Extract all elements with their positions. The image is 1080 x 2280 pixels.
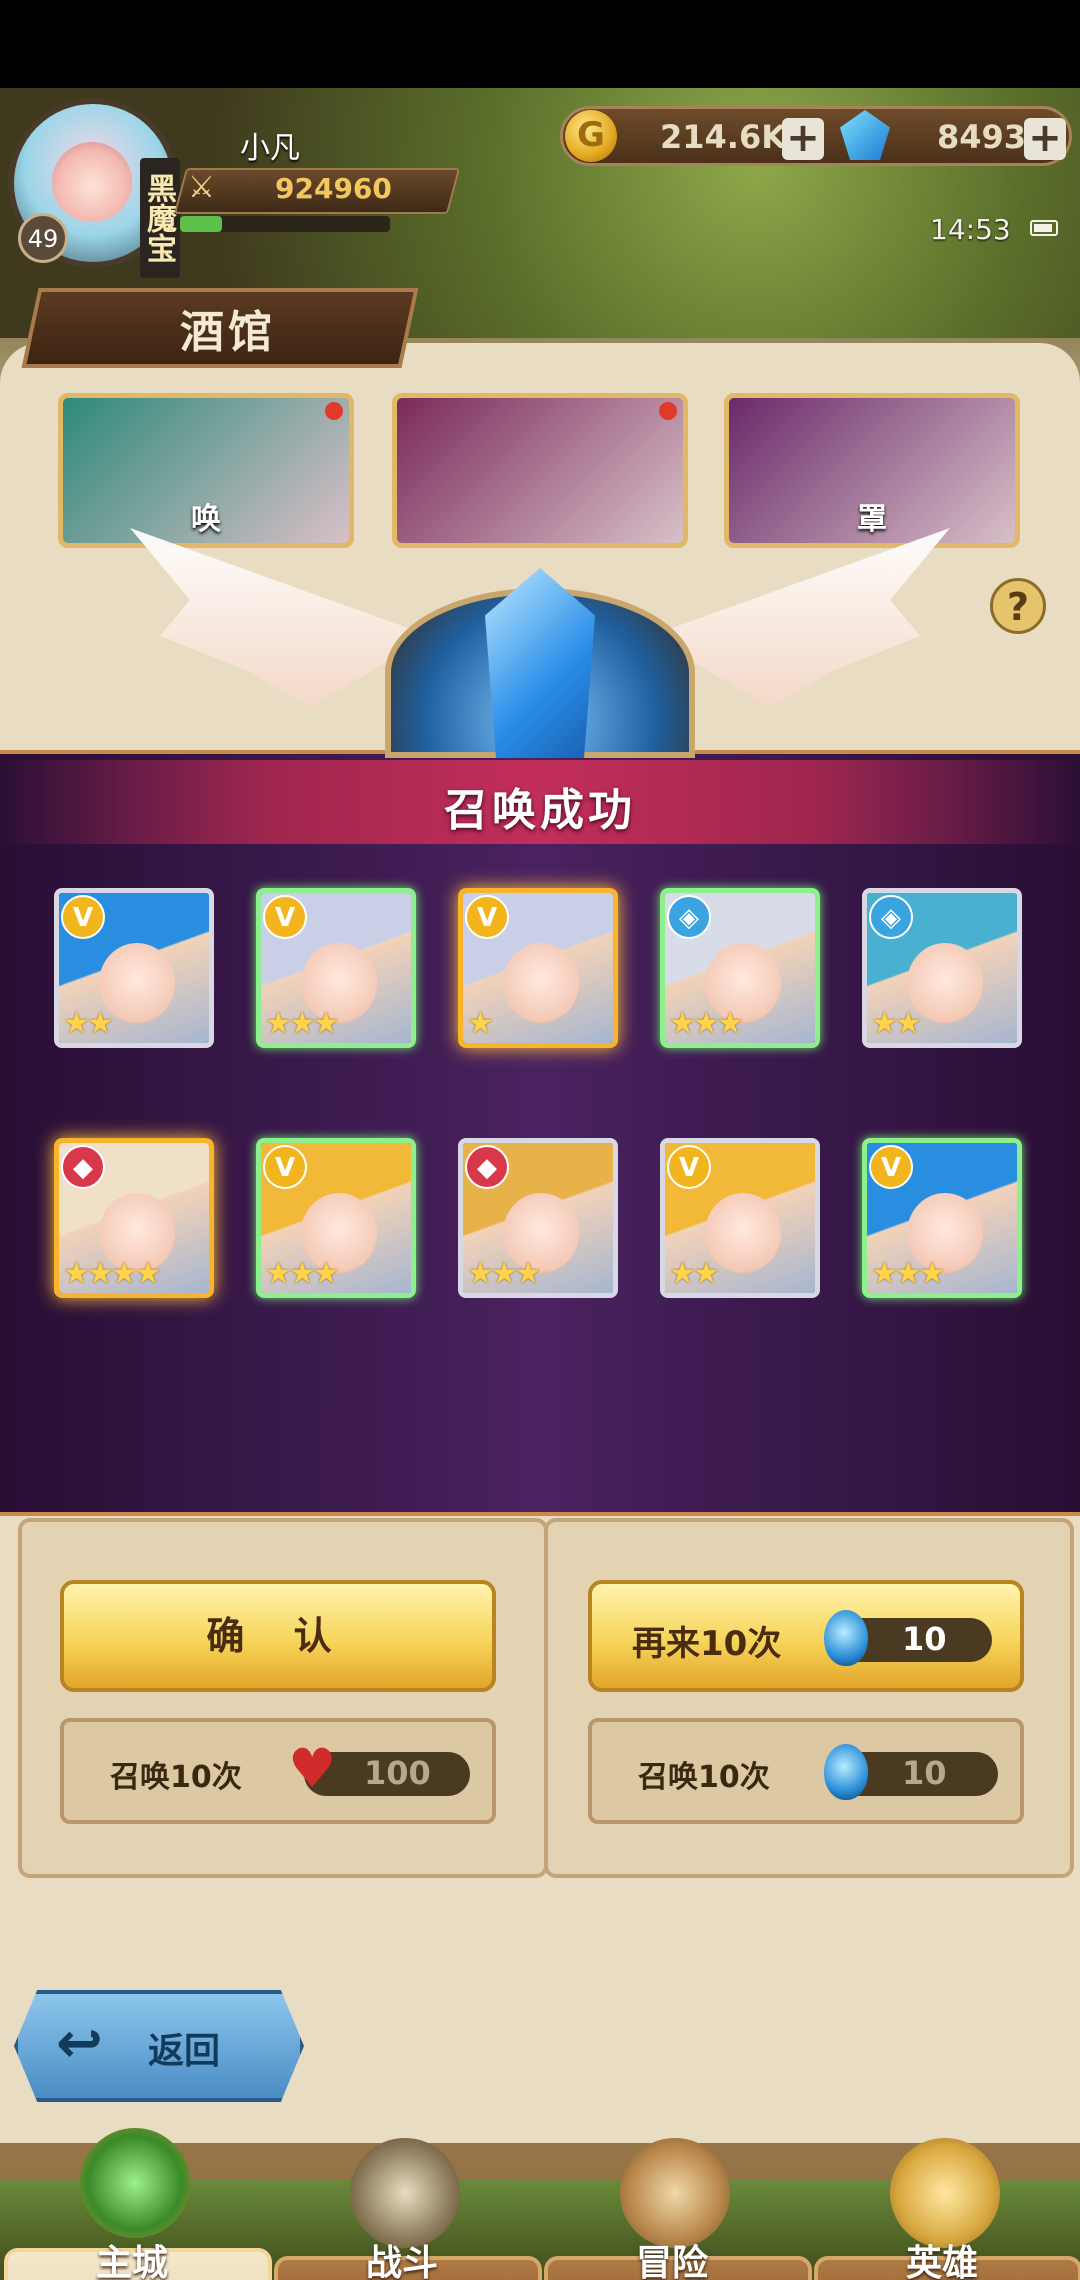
hero-card[interactable]: ◆ ★★★ (458, 1138, 618, 1298)
exp-bar (180, 216, 390, 232)
banner-label: 罩 (857, 502, 887, 537)
hero-card[interactable]: V ★★★ (256, 1138, 416, 1298)
summon-again-cost: 10 (902, 1620, 947, 1658)
hero-class-badge-icon: ◈ (667, 895, 711, 939)
summon-egg-icon (824, 1744, 868, 1800)
return-arrow-icon: ↩ (56, 2011, 103, 2076)
hero-stars: ★★★ (669, 1006, 744, 1041)
add-gold-button[interactable]: + (782, 118, 824, 160)
hero-class-badge-icon: V (465, 895, 509, 939)
hero-face (503, 943, 579, 1023)
battery-icon (1030, 220, 1058, 236)
hero-stars: ★★★ (265, 1006, 340, 1041)
summon-section-left (18, 1518, 548, 1878)
status-time: 14:53 (930, 213, 1011, 246)
vip-tag: 黑魔宝 (140, 158, 180, 278)
summon-result-overlay (0, 750, 1080, 1516)
hero-class-badge-icon: ◈ (869, 895, 913, 939)
summon-banner-3[interactable]: 罩 (724, 393, 1020, 548)
confirm-button[interactable]: 确 认 (60, 1580, 496, 1692)
summon-again-button[interactable]: 再来10次 10 (588, 1580, 1024, 1692)
summon-ten-heart-row[interactable]: 召唤10次 ♥ 100 (60, 1718, 496, 1824)
hero-stars: ★★★★ (63, 1256, 162, 1291)
add-gems-button[interactable]: + (1024, 118, 1066, 160)
summon-row-label: 召唤10次 (110, 1760, 242, 1795)
game-screen: 黑魔宝 49 小凡 ⚔ 924960 G 214.6K + 8493 + 14:… (0, 88, 1080, 2280)
nav-label: 战斗 (366, 2243, 439, 2280)
gold-coin-icon: G (565, 110, 617, 162)
summon-section-right (544, 1518, 1074, 1878)
hero-class-badge-icon: V (263, 1145, 307, 1189)
banner-label: 唤 (191, 502, 221, 537)
adventure-map-icon (620, 2138, 730, 2248)
hero-class-badge-icon: V (869, 1145, 913, 1189)
page-title: 酒馆 (180, 307, 276, 358)
player-level-badge: 49 (18, 213, 68, 263)
back-label: 返回 (148, 2031, 221, 2072)
hero-card[interactable]: ◈ ★★★ (660, 888, 820, 1048)
hero-stars: ★★ (871, 1006, 922, 1041)
hero-class-badge-icon: V (263, 895, 307, 939)
summon-banner-1[interactable]: 唤 (58, 393, 354, 548)
player-name: 小凡 (240, 131, 300, 166)
notification-dot (325, 402, 343, 420)
hero-class-badge-icon: ◆ (61, 1145, 105, 1189)
nav-label: 冒险 (636, 2243, 709, 2280)
nav-label: 主城 (96, 2243, 169, 2280)
hero-class-badge-icon: V (667, 1145, 711, 1189)
summon-banner-2[interactable] (392, 393, 688, 548)
avatar-face (52, 142, 132, 222)
gold-value: 214.6K (660, 118, 787, 156)
crossed-swords-icon: ⚔ (188, 170, 215, 205)
summon-again-label: 再来10次 (632, 1624, 782, 1664)
hero-stars: ★ (467, 1006, 494, 1041)
hero-card[interactable]: V ★★★ (862, 1138, 1022, 1298)
summon-egg-icon (824, 1610, 868, 1666)
summon-row-label: 召唤10次 (638, 1760, 770, 1795)
hero-card[interactable]: V ★★★ (256, 888, 416, 1048)
hero-stars: ★★ (63, 1006, 114, 1041)
hero-card[interactable]: ◆ ★★★★ (54, 1138, 214, 1298)
heart-icon: ♥ (288, 1737, 337, 1800)
nav-label: 英雄 (906, 2243, 979, 2280)
help-button[interactable]: ? (990, 578, 1046, 634)
summon-row-cost: 100 (364, 1754, 431, 1792)
hero-crest-icon (890, 2138, 1000, 2248)
hero-stars: ★★ (669, 1256, 720, 1291)
power-value: 924960 (275, 172, 392, 205)
summon-row-cost: 10 (902, 1754, 947, 1792)
summon-ten-egg-row[interactable]: 召唤10次 10 (588, 1718, 1024, 1824)
main-city-emblem-icon (80, 2128, 190, 2238)
hero-class-badge-icon: V (61, 895, 105, 939)
hero-class-badge-icon: ◆ (465, 1145, 509, 1189)
hero-stars: ★★★ (871, 1256, 946, 1291)
hero-stars: ★★★ (467, 1256, 542, 1291)
hero-card[interactable]: V ★ (458, 888, 618, 1048)
hero-card[interactable]: V ★★ (660, 1138, 820, 1298)
hero-card[interactable]: V ★★ (54, 888, 214, 1048)
crossed-swords-nav-icon (350, 2138, 460, 2248)
overlay-title: 召唤成功 (444, 785, 636, 836)
gem-value: 8493 (937, 118, 1027, 156)
notification-dot (659, 402, 677, 420)
hero-card[interactable]: ◈ ★★ (862, 888, 1022, 1048)
exp-bar-fill (180, 216, 222, 232)
hero-stars: ★★★ (265, 1256, 340, 1291)
